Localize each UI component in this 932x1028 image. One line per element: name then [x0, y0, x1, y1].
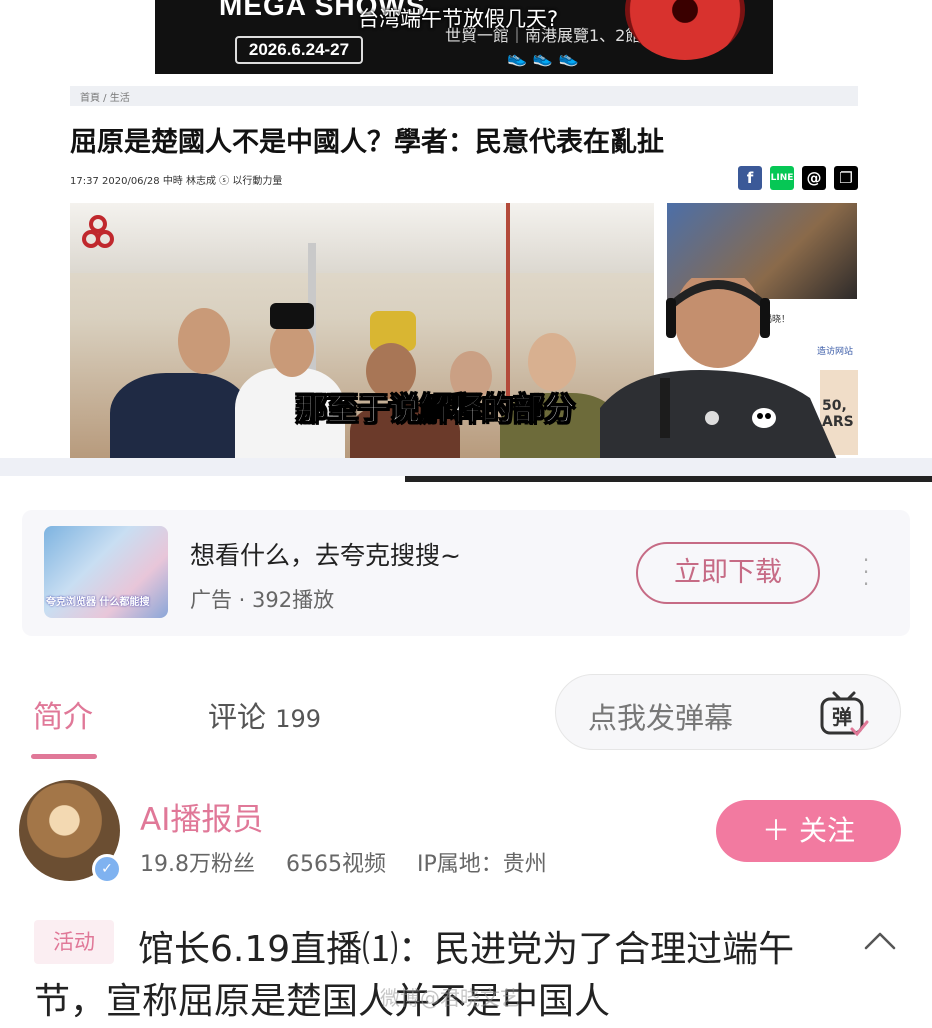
video-top-caption: 台湾端午节放假几天? — [358, 7, 559, 31]
video-title: 馆长6.19直播⑴：民进党为了合理过端午节，宣称屈原是楚国人并不是中国人 — [34, 929, 795, 1022]
watermark: 微博@君晓文艺 — [380, 986, 520, 1010]
news-logo-icon — [82, 215, 114, 248]
tent-canopy — [70, 203, 654, 273]
line-icon: LINE — [770, 166, 794, 190]
tab-comments-label: 评论 — [208, 700, 267, 734]
tab-intro[interactable]: 简介 — [33, 692, 93, 736]
facebook-icon: f — [738, 166, 762, 190]
uploader-videos: 6565视频 — [286, 852, 386, 877]
banner-red-circle — [625, 0, 745, 60]
person-left — [110, 373, 250, 459]
video-player[interactable]: MEGA SHOWS 2026.6.24-27 世貿一館｜南港展覽1、2館 👟👟… — [0, 0, 932, 482]
more-options-icon[interactable]: · · · — [858, 550, 874, 594]
uploader-fans: 19.8万粉丝 — [140, 852, 255, 877]
danmu-icon-char: 弹 — [832, 705, 852, 729]
article-meta: 17:37 2020/06/28 中時 林志成 ⓢ 以行動力量 — [70, 176, 283, 187]
uploader-stats: 19.8万粉丝 6565视频 IP属地：贵州 — [140, 846, 571, 878]
threads-icon: @ — [802, 166, 826, 190]
person-robe-head — [270, 321, 314, 377]
desktop-taskbar — [0, 458, 932, 476]
danmu-placeholder: 点我发弹幕 — [588, 701, 734, 735]
chevron-up-icon[interactable] — [860, 922, 900, 962]
person-hat — [270, 303, 314, 329]
person-left-head — [178, 308, 230, 374]
social-share-bar: f LINE @ ❐ — [738, 166, 858, 190]
tab-intro-underline — [31, 754, 97, 759]
banner-shoe-icons: 👟👟👟 — [507, 48, 585, 67]
danmu-toggle-icon[interactable]: 弹 — [818, 689, 870, 739]
ad-thumbnail-text: 夸克浏览器 什么都能搜 — [46, 597, 150, 608]
ad-thumbnail[interactable]: 夸克浏览器 什么都能搜 — [44, 526, 168, 618]
video-subtitle: 那至于说解释的部分 — [296, 392, 576, 429]
video-progress-fill — [0, 476, 406, 482]
uploader-name[interactable]: AI播报员 — [140, 794, 263, 839]
comment-count: 199 — [275, 705, 322, 733]
article-headline: 屈原是楚國人不是中國人？學者：民意代表在亂扯 — [70, 127, 664, 158]
danmu-input[interactable]: 点我发弹幕 弹 — [555, 674, 901, 750]
ad-title: 想看什么，去夸克搜搜~ — [190, 541, 461, 570]
copy-icon: ❐ — [834, 166, 858, 190]
ad-card[interactable]: 夸克浏览器 什么都能搜 想看什么，去夸克搜搜~ 广告 · 392播放 立即下载 … — [22, 510, 910, 636]
uploader-ip: IP属地：贵州 — [417, 852, 547, 877]
video-progress-bar[interactable] — [0, 476, 932, 482]
person-woman2-head — [528, 333, 576, 391]
follow-button[interactable]: ＋ 关注 — [716, 800, 901, 862]
banner-date: 2026.6.24-27 — [235, 36, 363, 64]
breadcrumb: 首頁 / 生活 — [70, 86, 858, 106]
streamer-overlay — [600, 278, 838, 462]
ad-subtitle: 广告 · 392播放 — [190, 588, 335, 612]
download-button[interactable]: 立即下载 — [636, 542, 820, 604]
verified-badge-icon: ✓ — [92, 854, 122, 884]
tab-comments[interactable]: 评论 199 — [208, 694, 321, 736]
